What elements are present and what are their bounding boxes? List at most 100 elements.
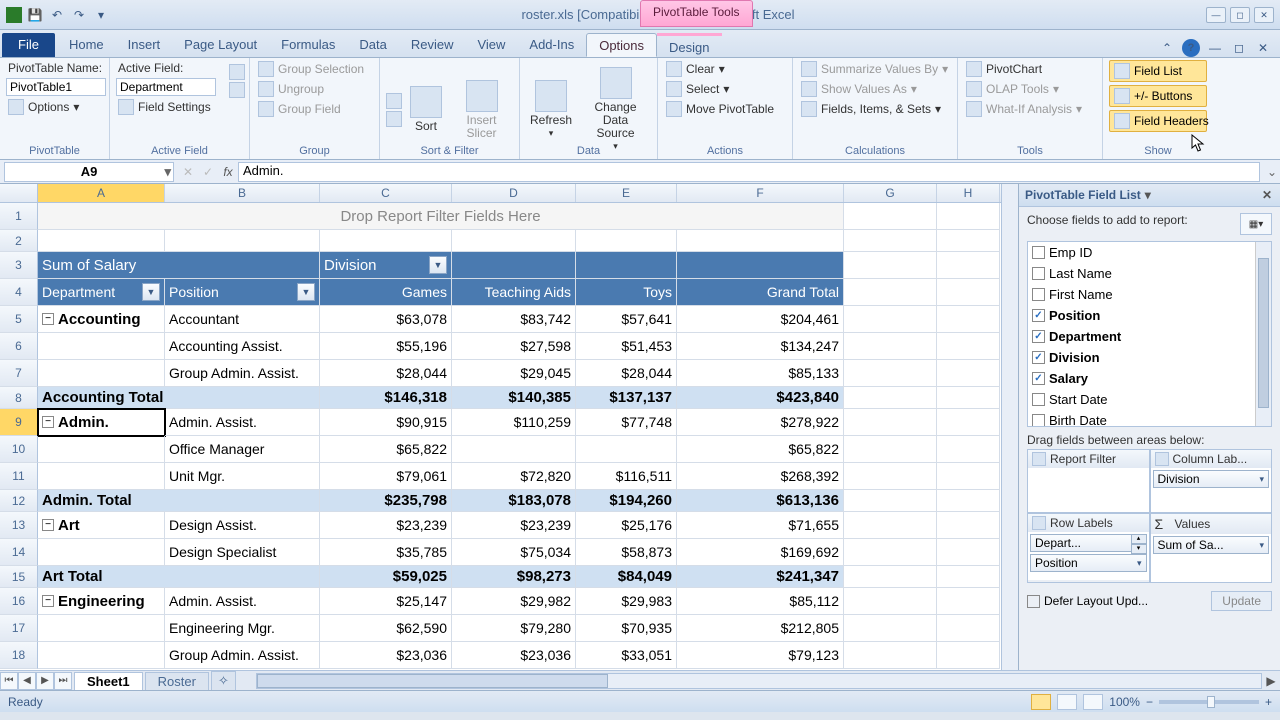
sheet-tab-sheet1[interactable]: Sheet1 [74,672,143,690]
pivotchart-button[interactable]: PivotChart [964,60,1096,78]
dept-cell[interactable] [38,463,165,490]
department-header[interactable]: Department▼ [38,279,165,306]
col-header-a[interactable]: A [38,184,165,202]
row-chip-department[interactable]: Depart...▾▴▾ [1030,534,1147,552]
clear-button[interactable]: Clear ▾ [664,60,786,78]
layout-options-button[interactable]: ▦▾ [1240,213,1272,235]
row-header[interactable]: 13 [0,512,38,539]
expand-formula-icon[interactable]: ⌄ [1264,165,1280,179]
pivot-name-input[interactable] [6,78,106,96]
column-labels-area[interactable]: Column Lab... Division▾ [1150,449,1273,513]
row-header[interactable]: 12 [0,490,38,512]
fx-icon[interactable]: fx [218,165,238,179]
field-item[interactable]: ✓Division [1028,347,1271,368]
active-field-input[interactable] [116,78,216,96]
position-cell[interactable]: Accountant [165,306,320,333]
close-button[interactable]: ✕ [1254,7,1274,23]
field-list-toggle[interactable]: Field List [1109,60,1207,82]
field-item[interactable]: Emp ID [1028,242,1271,263]
collapse-icon[interactable]: − [42,519,54,531]
row-header[interactable]: 2 [0,230,38,252]
field-item[interactable]: ✓Department [1028,326,1271,347]
dept-cell[interactable]: −Art [38,512,165,539]
field-list-close-icon[interactable]: ✕ [1260,188,1274,202]
vertical-scrollbar[interactable] [1001,184,1018,670]
row-header[interactable]: 11 [0,463,38,490]
undo-icon[interactable]: ↶ [48,6,66,24]
field-checkbox[interactable] [1032,246,1045,259]
formula-input[interactable]: Admin. [238,162,1260,182]
field-headers-toggle[interactable]: Field Headers [1109,110,1207,132]
fields-scrollbar[interactable] [1255,242,1271,426]
maximize-button[interactable]: ◻ [1230,7,1250,23]
report-filter-area[interactable]: Report Filter [1027,449,1150,513]
field-item[interactable]: Last Name [1028,263,1271,284]
page-layout-view-button[interactable] [1057,694,1077,710]
defer-checkbox[interactable] [1027,595,1040,608]
zoom-in-button[interactable]: + [1265,695,1272,709]
worksheet-grid[interactable]: A B C D E F G H 1Drop Report Filter Fiel… [0,184,1001,670]
row-header[interactable]: 8 [0,387,38,409]
dept-cell[interactable] [38,360,165,387]
workbook-restore-icon[interactable]: ◻ [1230,39,1248,57]
file-tab[interactable]: File [2,33,55,57]
dept-cell[interactable] [38,539,165,566]
report-filter-drop-zone[interactable]: Drop Report Filter Fields Here [38,203,844,230]
dept-cell[interactable]: −Admin. [38,409,165,436]
field-checkbox[interactable] [1032,288,1045,301]
select-button[interactable]: Select ▾ [664,80,786,98]
collapse-icon[interactable]: − [42,416,54,428]
zoom-slider[interactable] [1159,700,1259,704]
select-all-corner[interactable] [0,184,38,202]
field-list-dropdown-icon[interactable]: ▾ [1141,188,1155,202]
position-cell[interactable]: Admin. Assist. [165,409,320,436]
update-button[interactable]: Update [1211,591,1272,611]
col-header-d[interactable]: D [452,184,576,202]
row-header[interactable]: 14 [0,539,38,566]
tab-options[interactable]: Options [586,33,657,57]
tab-home[interactable]: Home [57,33,116,57]
row-header[interactable]: 10 [0,436,38,463]
row-header[interactable]: 17 [0,615,38,642]
col-header-b[interactable]: B [165,184,320,202]
options-button[interactable]: Options ▾ [6,98,81,116]
dept-cell[interactable] [38,642,165,669]
sheet-nav-prev-icon[interactable]: ◀ [18,672,36,690]
field-checkbox[interactable] [1032,393,1045,406]
minimize-ribbon-icon[interactable]: ⌃ [1158,39,1176,57]
sheet-nav-last-icon[interactable]: ⏭ [54,672,72,690]
new-sheet-button[interactable]: ✧ [211,671,236,690]
normal-view-button[interactable] [1031,694,1051,710]
collapse-icon[interactable]: − [42,313,54,325]
field-item[interactable]: First Name [1028,284,1271,305]
hscroll-right-icon[interactable]: ▶ [1262,674,1280,688]
col-header-e[interactable]: E [576,184,677,202]
collapse-icon[interactable]: − [42,595,54,607]
minimize-button[interactable]: — [1206,7,1226,23]
position-cell[interactable]: Engineering Mgr. [165,615,320,642]
tab-design[interactable]: Design [657,33,721,57]
field-checkbox[interactable]: ✓ [1032,372,1045,385]
position-cell[interactable]: Design Specialist [165,539,320,566]
field-checkbox[interactable] [1032,414,1045,427]
column-chip-division[interactable]: Division▾ [1153,470,1270,488]
position-cell[interactable]: Accounting Assist. [165,333,320,360]
dept-cell[interactable] [38,615,165,642]
tab-formulas[interactable]: Formulas [269,33,347,57]
redo-icon[interactable]: ↷ [70,6,88,24]
tab-review[interactable]: Review [399,33,466,57]
row-header[interactable]: 18 [0,642,38,669]
help-icon[interactable]: ? [1182,39,1200,57]
field-checkbox[interactable]: ✓ [1032,309,1045,322]
tab-data[interactable]: Data [347,33,398,57]
field-item[interactable]: ✓Salary [1028,368,1271,389]
name-box[interactable]: A9▾ [4,162,174,182]
collapse-field-icon[interactable] [229,82,245,98]
workbook-close-icon[interactable]: ✕ [1254,39,1272,57]
tab-insert[interactable]: Insert [116,33,173,57]
horizontal-scrollbar[interactable] [256,673,1262,689]
row-labels-area[interactable]: Row Labels Depart...▾▴▾ Position▾ [1027,513,1150,583]
position-cell[interactable]: Group Admin. Assist. [165,642,320,669]
field-item[interactable]: Birth Date [1028,410,1271,427]
row-header[interactable]: 3 [0,252,38,279]
